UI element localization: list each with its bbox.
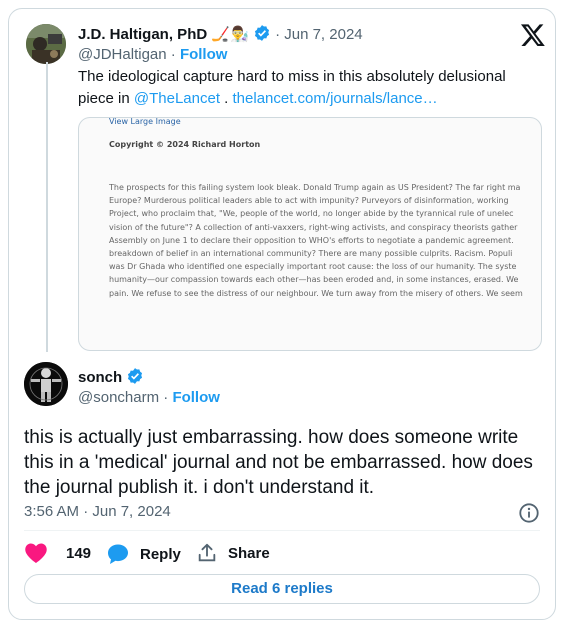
article-line: Project, who proclaim that, "We, people … (109, 209, 514, 219)
separator-dot: · (275, 26, 281, 43)
embedded-article-image[interactable]: View Large Image Copyright © 2024 Richar… (78, 117, 542, 351)
article-line: humanity—our compassion towards each oth… (109, 275, 519, 285)
share-label: Share (228, 544, 270, 562)
quoted-tweet-subheader: @JDHaltigan · Follow (78, 46, 227, 63)
author-emoji: 🏒👨‍🔬 (211, 26, 249, 43)
author-name[interactable]: sonch (78, 369, 122, 386)
quoted-tweet-date[interactable]: Jun 7, 2024 (284, 26, 362, 43)
article-copyright: Copyright © 2024 Richard Horton (109, 140, 261, 149)
read-replies-button[interactable]: Read 6 replies (24, 574, 540, 604)
avatar-jdhaltigan[interactable] (26, 24, 66, 64)
separator-dot: · (163, 389, 169, 406)
avatar-sonch[interactable] (24, 362, 68, 406)
thread-connector-line (46, 62, 48, 352)
quoted-tweet-text-line2: piece in @TheLancet . thelancet.com/jour… (78, 90, 438, 107)
follow-button[interactable]: Follow (180, 46, 228, 63)
article-line: pain. We refuse to see the distress of o… (109, 288, 523, 298)
article-line: Assembly on June 1 to declare their oppo… (109, 235, 514, 245)
separator-dot: · (170, 46, 176, 63)
share-button[interactable]: Share (196, 542, 270, 564)
quoted-tweet-text-line1: The ideological capture hard to miss in … (78, 68, 506, 85)
quoted-tweet-header: J.D. Haltigan, PhD 🏒👨‍🔬 · Jun 7, 2024 (78, 24, 363, 43)
share-icon (198, 543, 216, 562)
article-paragraph: The prospects for this failing system lo… (109, 181, 541, 300)
article-line: was Dr Ghada who identified one especial… (109, 262, 517, 272)
verified-badge-icon (254, 25, 269, 41)
text-prefix: piece in (78, 90, 134, 107)
main-tweet-subheader: @soncharm · Follow (78, 389, 220, 406)
info-icon[interactable] (518, 502, 540, 524)
article-line: The prospects for this failing system lo… (109, 183, 521, 192)
reply-label: Reply (140, 545, 181, 563)
author-handle[interactable]: @JDHaltigan (78, 46, 167, 63)
reply-bubble-icon (108, 544, 128, 564)
main-tweet-header: sonch (78, 367, 144, 386)
like-count: 149 (66, 544, 92, 562)
verified-badge-icon (128, 368, 143, 384)
article-line: Europe? Murderous political leaders able… (109, 196, 509, 206)
article-line: vision of the future"? A collection of a… (109, 222, 518, 232)
author-name[interactable]: J.D. Haltigan, PhD (78, 26, 207, 43)
like-button[interactable]: 149 (24, 542, 91, 564)
main-tweet-timestamp[interactable]: 3:56 AM · Jun 7, 2024 (24, 503, 171, 520)
reply-button[interactable]: Reply (106, 542, 181, 566)
article-line: breakdown of belief in an international … (109, 249, 513, 259)
text-mid: . (220, 90, 233, 107)
divider (24, 530, 540, 531)
follow-button[interactable]: Follow (172, 389, 220, 406)
main-tweet-text: this is actually just embarrassing. how … (24, 427, 533, 498)
view-large-image-link: View Large Image (109, 117, 181, 126)
x-logo-icon[interactable] (520, 22, 546, 48)
author-handle[interactable]: @soncharm (78, 389, 159, 406)
article-url-link[interactable]: thelancet.com/journals/lance… (233, 90, 438, 107)
lancet-mention-link[interactable]: @TheLancet (134, 90, 220, 107)
heart-icon (25, 543, 47, 563)
